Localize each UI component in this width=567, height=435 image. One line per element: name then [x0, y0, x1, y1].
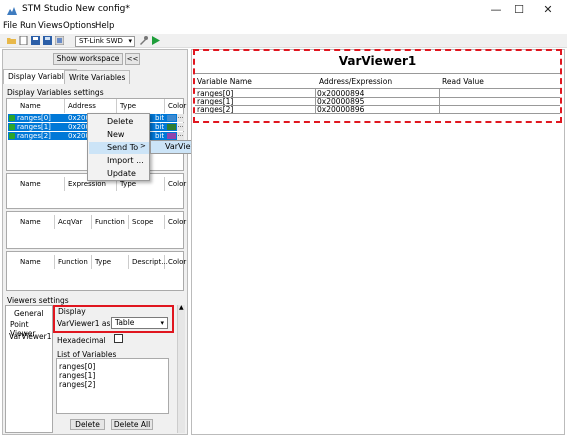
- row-name: ranges[1]: [17, 123, 51, 131]
- hexadecimal-checkbox[interactable]: [114, 334, 123, 343]
- display-mode-value: Table: [115, 318, 135, 327]
- new-file-icon[interactable]: [19, 36, 28, 45]
- menu-run[interactable]: Run: [20, 21, 36, 31]
- menu-item-update[interactable]: Update: [89, 168, 149, 180]
- menu-options[interactable]: Options: [63, 21, 96, 31]
- col-name[interactable]: Name: [17, 177, 65, 191]
- probe-select[interactable]: ST-Link SWD ▾: [75, 36, 135, 47]
- viewer-list-item[interactable]: VarViewer1: [9, 332, 52, 341]
- menu-item-delete[interactable]: Delete: [89, 116, 149, 128]
- menu-bar: File Run Views Options Help: [0, 20, 567, 34]
- list-item[interactable]: ranges[0]: [59, 362, 95, 371]
- tab-general[interactable]: General: [14, 309, 44, 318]
- context-menu: Delete New Send To > Import ... Update: [87, 113, 150, 181]
- collapse-panel-button[interactable]: <<: [125, 53, 140, 65]
- col-scope[interactable]: Scope: [129, 215, 165, 229]
- maximize-button[interactable]: ☐: [508, 2, 530, 18]
- probe-select-value: ST-Link SWD: [79, 37, 123, 45]
- col-description[interactable]: Descript...: [129, 255, 168, 269]
- col-address[interactable]: Address: [65, 99, 117, 113]
- col-function[interactable]: Function: [55, 255, 92, 269]
- display-mode-select[interactable]: Table ▾: [111, 317, 168, 329]
- display-variables-settings-label: Display Variables settings: [7, 88, 104, 97]
- open-folder-icon[interactable]: [7, 36, 16, 45]
- check-icon[interactable]: [9, 115, 15, 121]
- table-header: Name Address Type Color: [7, 99, 186, 113]
- col-color[interactable]: Color: [165, 215, 186, 229]
- color-swatch[interactable]: [167, 115, 176, 121]
- check-icon[interactable]: [9, 124, 15, 130]
- menu-views[interactable]: Views: [38, 21, 63, 31]
- col-address-expression[interactable]: Address/Expression: [319, 77, 392, 86]
- minimize-button[interactable]: —: [485, 2, 507, 18]
- col-color[interactable]: Color: [165, 99, 186, 113]
- col-type[interactable]: Type: [92, 255, 129, 269]
- row-name: ranges[0]: [17, 114, 51, 122]
- menu-item-new[interactable]: New: [89, 129, 149, 141]
- save-icon[interactable]: [31, 36, 40, 45]
- settings-icon[interactable]: [55, 36, 64, 45]
- col-name[interactable]: Name: [17, 255, 55, 269]
- hexadecimal-label: Hexadecimal: [57, 336, 106, 345]
- color-swatch[interactable]: [167, 124, 176, 130]
- save-as-icon[interactable]: [43, 36, 52, 45]
- close-button[interactable]: ✕: [537, 2, 559, 18]
- menu-file[interactable]: File: [3, 21, 17, 31]
- title-bar: STM Studio New config* — ☐ ✕: [0, 0, 567, 20]
- row-type: bit: [155, 114, 165, 122]
- col-color[interactable]: Color: [165, 177, 186, 191]
- col-function[interactable]: Function: [92, 215, 129, 229]
- col-color[interactable]: Color: [165, 255, 186, 269]
- table-header: Name AcqVar Function Scope Color: [7, 215, 186, 229]
- display-label: Display: [58, 307, 86, 316]
- col-type[interactable]: Type: [117, 99, 165, 113]
- chevron-down-icon: ▾: [160, 319, 164, 327]
- col-name[interactable]: Name: [17, 99, 65, 113]
- variables-list: ranges[0] ranges[1] ranges[2]: [56, 358, 169, 414]
- window-title: STM Studio New config*: [22, 4, 130, 14]
- tools-icon[interactable]: [139, 36, 148, 45]
- toolbar: ST-Link SWD ▾: [0, 34, 567, 48]
- menu-help[interactable]: Help: [95, 21, 114, 31]
- chevron-up-icon[interactable]: ▲: [179, 304, 184, 311]
- list-item[interactable]: ranges[1]: [59, 371, 95, 380]
- check-icon[interactable]: [9, 133, 15, 139]
- row-name: ranges[2]: [17, 132, 51, 140]
- col-variable-name[interactable]: Variable Name: [197, 77, 252, 86]
- row-type: bit: [155, 123, 165, 131]
- table-header: Name Function Type Descript... Color: [7, 255, 186, 269]
- color-picker-button[interactable]: ...: [177, 132, 184, 140]
- menu-item-import[interactable]: Import ...: [89, 155, 149, 167]
- viewers-settings-label: Viewers settings: [7, 296, 69, 305]
- chevron-down-icon: ▾: [128, 37, 132, 45]
- color-swatch[interactable]: [167, 133, 176, 139]
- run-icon[interactable]: [151, 36, 160, 45]
- col-acqvar[interactable]: AcqVar: [55, 215, 92, 229]
- row-type: bit: [155, 132, 165, 140]
- scrollbar[interactable]: ▲: [177, 304, 185, 433]
- app-icon: [7, 7, 17, 15]
- list-item[interactable]: ranges[2]: [59, 380, 95, 389]
- tab-write-variables[interactable]: Write Variables: [64, 70, 131, 84]
- viewers-list: General Point Viewer VarViewer1: [5, 305, 53, 433]
- delete-button[interactable]: Delete: [70, 419, 105, 430]
- col-read-value[interactable]: Read Value: [442, 77, 484, 86]
- col-name[interactable]: Name: [17, 215, 55, 229]
- chevron-right-icon: >: [140, 142, 146, 150]
- descriptions-table: Name Function Type Descript... Color: [6, 251, 186, 291]
- color-picker-button[interactable]: ...: [177, 114, 184, 122]
- delete-all-button[interactable]: Delete All: [111, 419, 153, 430]
- viewer-as-label: VarViewer1 as: [57, 319, 111, 328]
- show-workspace-button[interactable]: Show workspace: [53, 53, 123, 65]
- functions-table: Name AcqVar Function Scope Color: [6, 211, 186, 249]
- color-picker-button[interactable]: ...: [177, 123, 184, 131]
- viewer-title: VarViewer1: [338, 54, 417, 68]
